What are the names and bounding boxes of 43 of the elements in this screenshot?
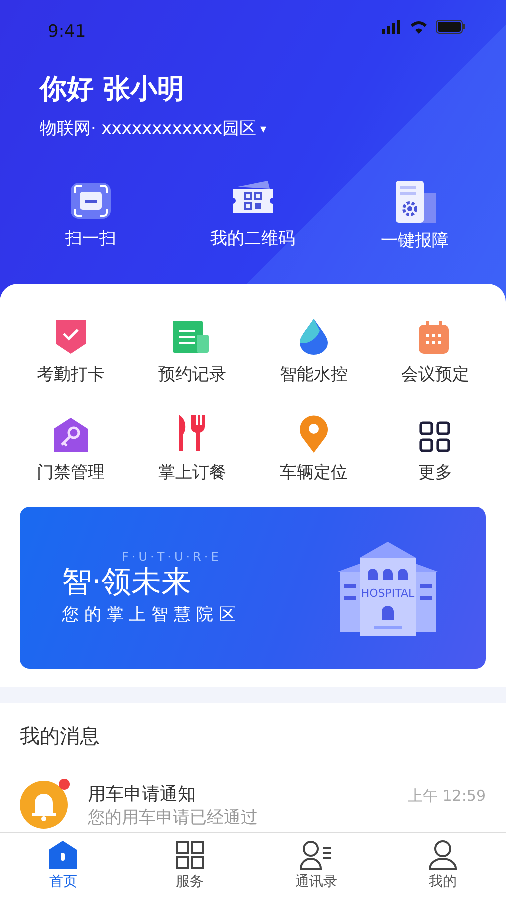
service-button[interactable]: 更多 bbox=[374, 412, 496, 487]
banner[interactable]: F·U·T·U·R·E 智·领未来 您 的 掌 上 智 慧 院 区 HOSPITAL bbox=[20, 507, 486, 669]
banner-title: 智·领未来 bbox=[62, 566, 193, 599]
quick-action-button[interactable]: 我的二维码 bbox=[178, 180, 328, 256]
nav-tab[interactable]: 通讯录 bbox=[253, 833, 380, 900]
location-selector[interactable]: 物联网· xxxxxxxxxxxx园区 bbox=[40, 116, 257, 142]
person-icon bbox=[428, 840, 458, 870]
water-drop-icon bbox=[298, 319, 330, 355]
contacts-icon bbox=[300, 840, 332, 870]
house-icon bbox=[48, 840, 78, 870]
service-button[interactable]: 预约记录 bbox=[132, 314, 253, 390]
quick-action-button[interactable]: 一键报障 bbox=[340, 180, 490, 256]
service-button[interactable]: 会议预定 bbox=[374, 314, 496, 390]
bell-icon bbox=[20, 781, 68, 829]
banner-tagline: F·U·T·U·R·E bbox=[122, 548, 223, 566]
greeting-text: 你好 张小明 bbox=[40, 73, 186, 107]
banner-subtitle: 您 的 掌 上 智 慧 院 区 bbox=[62, 604, 236, 627]
map-pin-icon bbox=[298, 414, 330, 452]
service-button[interactable]: 考勤打卡 bbox=[10, 314, 132, 390]
hospital-sign: HOSPITAL bbox=[361, 587, 415, 600]
signal-icon bbox=[382, 20, 402, 34]
scan-icon bbox=[68, 181, 114, 221]
service-button[interactable]: 掌上订餐 bbox=[132, 412, 253, 487]
grid-icon bbox=[174, 840, 205, 870]
service-button[interactable]: 车辆定位 bbox=[253, 412, 374, 487]
key-house-icon bbox=[52, 416, 89, 452]
message-title[interactable]: 用车申请通知 bbox=[88, 781, 388, 808]
shield-check-icon bbox=[54, 319, 88, 355]
battery-icon bbox=[436, 20, 466, 34]
message-preview: 您的用车申请已经通过 bbox=[88, 808, 259, 828]
caret-icon[interactable]: ▾ bbox=[260, 120, 267, 138]
section-title: 我的消息 bbox=[20, 723, 101, 750]
wifi-icon bbox=[410, 20, 428, 34]
nav-tab[interactable]: 我的 bbox=[380, 833, 506, 900]
status-time: 9:41 bbox=[48, 21, 86, 44]
service-button[interactable]: 智能水控 bbox=[253, 314, 374, 390]
nav-tab[interactable]: 首页 bbox=[0, 833, 126, 900]
service-button[interactable]: 门禁管理 bbox=[10, 412, 132, 487]
nav-tab[interactable]: 服务 bbox=[126, 833, 253, 900]
grid-icon bbox=[419, 420, 452, 452]
message-time: 上午 12:59 bbox=[408, 786, 486, 807]
quick-action-button[interactable]: 扫一扫 bbox=[16, 180, 166, 256]
document-icon bbox=[173, 321, 212, 355]
